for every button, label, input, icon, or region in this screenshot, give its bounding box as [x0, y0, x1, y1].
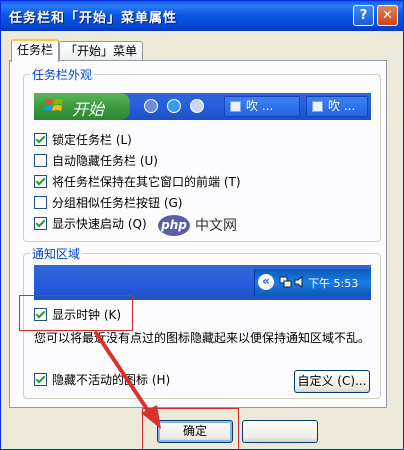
quicklaunch-desktop-icon: [190, 99, 204, 113]
appearance-group-label: 任务栏外观: [30, 66, 95, 83]
help-button[interactable]: ?: [353, 5, 374, 26]
group-buttons-checkbox[interactable]: [34, 196, 47, 209]
title-bar[interactable]: 任务栏和「开始」菜单属性 ? ✕: [1, 1, 403, 31]
properties-dialog: 任务栏和「开始」菜单属性 ? ✕ 任务栏 「开始」菜单 任务栏外观 开始 吹 .…: [0, 0, 404, 450]
quicklaunch-media-icon: [144, 99, 158, 113]
network-icon: [279, 276, 292, 288]
tab-taskbar[interactable]: 任务栏: [11, 39, 60, 62]
php-logo: php: [158, 215, 190, 236]
window-title: 任务栏和「开始」菜单属性: [9, 11, 178, 26]
customize-button[interactable]: 自定义 (C)...: [294, 370, 370, 393]
notification-preview: « 下午 5:53: [34, 265, 371, 300]
quicklaunch-ie-icon: [167, 99, 181, 113]
auto-hide-checkbox[interactable]: [34, 154, 47, 167]
volume-icon: [294, 276, 303, 288]
show-clock-checkbox[interactable]: [34, 308, 47, 321]
taskbar-preview: 开始 吹 ... 吹 ...: [34, 93, 371, 120]
windows-logo-icon: [44, 99, 63, 111]
close-button[interactable]: ✕: [377, 5, 398, 26]
tray-clock: 下午 5:53: [308, 277, 359, 290]
start-button-preview: 开始: [34, 93, 130, 120]
ok-button[interactable]: 确定: [157, 420, 233, 443]
window-icon: [312, 101, 323, 112]
hide-inactive-checkbox[interactable]: [34, 373, 47, 386]
taskbar-button-preview-1: 吹 ...: [224, 96, 300, 117]
tab-start-menu[interactable]: 「开始」菜单: [59, 41, 144, 61]
lock-taskbar-checkbox[interactable]: [34, 133, 47, 146]
keep-on-top-checkbox[interactable]: [34, 175, 47, 188]
window-icon: [230, 101, 241, 112]
notification-group-label: 通知区域: [30, 245, 83, 262]
notification-description: 您可以将最近没有点过的图标隐藏起来以便保持通知区域不乱。: [34, 331, 371, 345]
quick-launch-checkbox[interactable]: [34, 217, 47, 230]
chevron-left-icon: «: [258, 274, 274, 290]
cancel-button[interactable]: [242, 420, 318, 443]
system-tray-preview: « 下午 5:53: [254, 269, 371, 296]
taskbar-button-preview-2: 吹 ...: [306, 96, 368, 117]
start-label: 开始: [72, 100, 105, 119]
watermark-text: 中文网: [195, 218, 237, 234]
